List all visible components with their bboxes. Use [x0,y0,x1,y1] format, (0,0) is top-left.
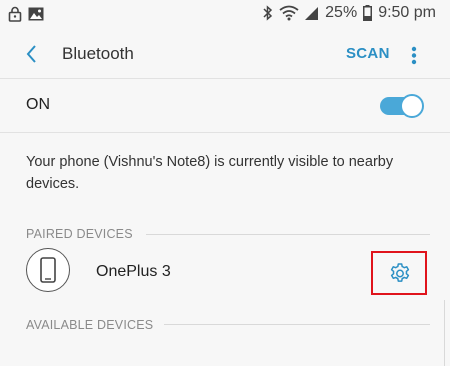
gear-icon [390,263,410,282]
chevron-left-icon [26,45,36,63]
paired-devices-header: PAIRED DEVICES [26,227,133,241]
toggle-label: ON [26,96,50,113]
wifi-icon [279,5,299,21]
switch-thumb [400,94,424,118]
device-name: OnePlus 3 [96,263,171,280]
more-vert-icon [411,46,417,65]
device-settings-button[interactable] [371,251,427,295]
back-button[interactable] [20,40,44,68]
status-bar: 25% 9:50 pm [0,0,450,28]
more-options-button[interactable] [406,42,422,68]
battery-percent: 25% [325,4,358,21]
bluetooth-toggle-row[interactable]: ON [0,79,450,132]
status-left-icons [8,6,44,22]
section-divider [146,234,430,235]
page-title: Bluetooth [62,44,134,63]
visibility-message: Your phone (Vishnu's Note8) is currently… [26,154,394,192]
lock-icon [8,6,22,22]
device-icon-circle [26,248,70,292]
available-devices-header: AVAILABLE DEVICES [26,318,154,332]
divider [0,132,450,133]
signal-icon [305,5,319,21]
app-bar: Bluetooth SCAN [0,30,450,78]
image-icon [28,7,44,21]
bluetooth-icon [263,5,273,21]
clock: 9:50 pm [378,4,436,21]
paired-device-row[interactable]: OnePlus 3 [0,246,450,300]
scan-button[interactable]: SCAN [346,45,390,62]
battery-icon [363,5,373,21]
bluetooth-switch[interactable] [380,94,424,118]
scroll-edge [444,300,445,366]
phone-icon [39,256,56,283]
status-right-icons: 25% 9:50 pm [263,4,436,22]
section-divider [164,324,430,325]
